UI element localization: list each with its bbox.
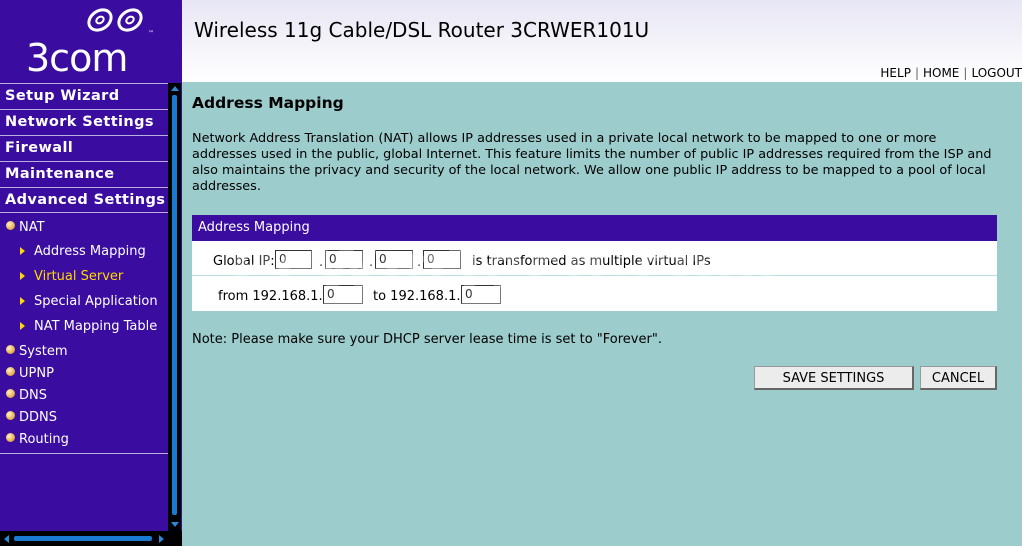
header: Wireless 11g Cable/DSL Router 3CRWER101U…: [182, 0, 1022, 82]
section-heading: Address Mapping: [192, 94, 344, 112]
note-text: Note: Please make sure your DHCP server …: [192, 332, 662, 347]
range-row: from 192.168.1. 0 to 192.168.1. 0: [192, 276, 997, 311]
help-link[interactable]: HELP: [876, 66, 915, 80]
sidebar-item-nat[interactable]: NAT: [0, 217, 168, 239]
logout-link[interactable]: LOGOUT: [967, 66, 1022, 80]
sidebar-item-label: System: [19, 344, 68, 359]
range-to-input[interactable]: 0: [461, 285, 501, 304]
sidebar-item-upnp[interactable]: UPNP: [0, 363, 168, 385]
bullet-icon: [6, 411, 15, 420]
transform-text: is transformed as multiple virtual IPs: [472, 254, 711, 269]
range-from-input[interactable]: 0: [323, 285, 363, 304]
bullet-icon: [6, 367, 15, 376]
ip-separator: .: [417, 255, 422, 270]
vertical-scrollbar[interactable]: [168, 83, 181, 531]
sidebar-item-label: NAT: [19, 220, 45, 235]
global-ip-octet-3-input[interactable]: 0: [375, 250, 413, 269]
sidebar-item-label: Address Mapping: [34, 244, 146, 259]
global-ip-octet-2-input[interactable]: 0: [325, 250, 363, 269]
sidebar-item-network-settings[interactable]: Network Settings: [0, 109, 168, 135]
3com-rings-icon: [87, 8, 143, 32]
sidebar-item-advanced-settings[interactable]: Advanced Settings: [0, 187, 168, 213]
panel-title: Address Mapping: [192, 215, 997, 241]
sidebar-item-special-application[interactable]: Special Application: [0, 289, 168, 314]
sidebar-item-setup-wizard[interactable]: Setup Wizard: [0, 83, 168, 109]
top-links: HELP | HOME | LOGOUT: [876, 66, 1022, 80]
scroll-left-icon[interactable]: [4, 535, 9, 543]
sidebar-item-virtual-server[interactable]: Virtual Server: [0, 264, 168, 289]
global-ip-label: Global IP:: [213, 254, 275, 269]
arrow-right-icon: [20, 272, 25, 280]
scrollbar-corner: [168, 531, 182, 546]
page-title: Wireless 11g Cable/DSL Router 3CRWER101U: [194, 18, 650, 42]
bullet-icon: [6, 345, 15, 354]
sidebar-item-label: Special Application: [34, 294, 158, 309]
arrow-right-icon: [20, 247, 25, 255]
logo: 3com ™: [0, 0, 182, 83]
scroll-up-icon[interactable]: [171, 86, 179, 91]
scroll-down-icon[interactable]: [171, 522, 179, 527]
bullet-icon: [6, 433, 15, 442]
home-link[interactable]: HOME: [919, 66, 963, 80]
sidebar-item-ddns[interactable]: DDNS: [0, 407, 168, 429]
sidebar-item-label: Virtual Server: [34, 269, 124, 284]
scroll-right-icon[interactable]: [159, 535, 164, 543]
sidebar-item-dns[interactable]: DNS: [0, 385, 168, 407]
global-ip-row: Global IP: 0 . 0 . 0 . 0 is transformed …: [192, 241, 997, 276]
address-mapping-panel: Address Mapping Global IP: 0 . 0 . 0 . 0…: [192, 215, 997, 311]
to-label: to 192.168.1.: [373, 289, 461, 304]
bullet-icon: [6, 221, 15, 230]
cancel-button[interactable]: CANCEL: [920, 366, 997, 390]
arrow-right-icon: [20, 297, 25, 305]
sidebar-item-firewall[interactable]: Firewall: [0, 135, 168, 161]
global-ip-octet-1-input[interactable]: 0: [275, 250, 312, 269]
logo-text: 3com: [26, 36, 128, 80]
global-ip-octet-4-input[interactable]: 0: [423, 250, 461, 269]
sidebar-item-system[interactable]: System: [0, 341, 168, 363]
sidebar-item-label: NAT Mapping Table: [34, 319, 158, 334]
save-settings-button[interactable]: SAVE SETTINGS: [754, 366, 914, 390]
arrow-right-icon: [20, 322, 25, 330]
sidebar-item-label: DNS: [19, 388, 47, 403]
sidebar-item-label: UPNP: [19, 366, 54, 381]
divider: [0, 453, 168, 454]
sidebar: 3com ™ Setup Wizard Network Settings Fir…: [0, 0, 182, 546]
sidebar-nav: Setup Wizard Network Settings Firewall M…: [0, 83, 168, 454]
ip-separator: .: [369, 255, 374, 270]
sidebar-item-address-mapping[interactable]: Address Mapping: [0, 239, 168, 264]
from-label: from 192.168.1.: [218, 289, 323, 304]
ip-separator: .: [319, 255, 324, 270]
scroll-thumb[interactable]: [14, 536, 152, 541]
sidebar-item-nat-mapping-table[interactable]: NAT Mapping Table: [0, 314, 168, 339]
sidebar-item-label: DDNS: [19, 410, 57, 425]
sidebar-item-maintenance[interactable]: Maintenance: [0, 161, 168, 187]
horizontal-scrollbar[interactable]: [0, 531, 168, 546]
sidebar-item-label: Routing: [19, 432, 69, 447]
scroll-thumb[interactable]: [172, 95, 177, 515]
sidebar-item-routing[interactable]: Routing: [0, 429, 168, 451]
trademark: ™: [148, 30, 154, 37]
description: Network Address Translation (NAT) allows…: [192, 131, 992, 194]
bullet-icon: [6, 389, 15, 398]
